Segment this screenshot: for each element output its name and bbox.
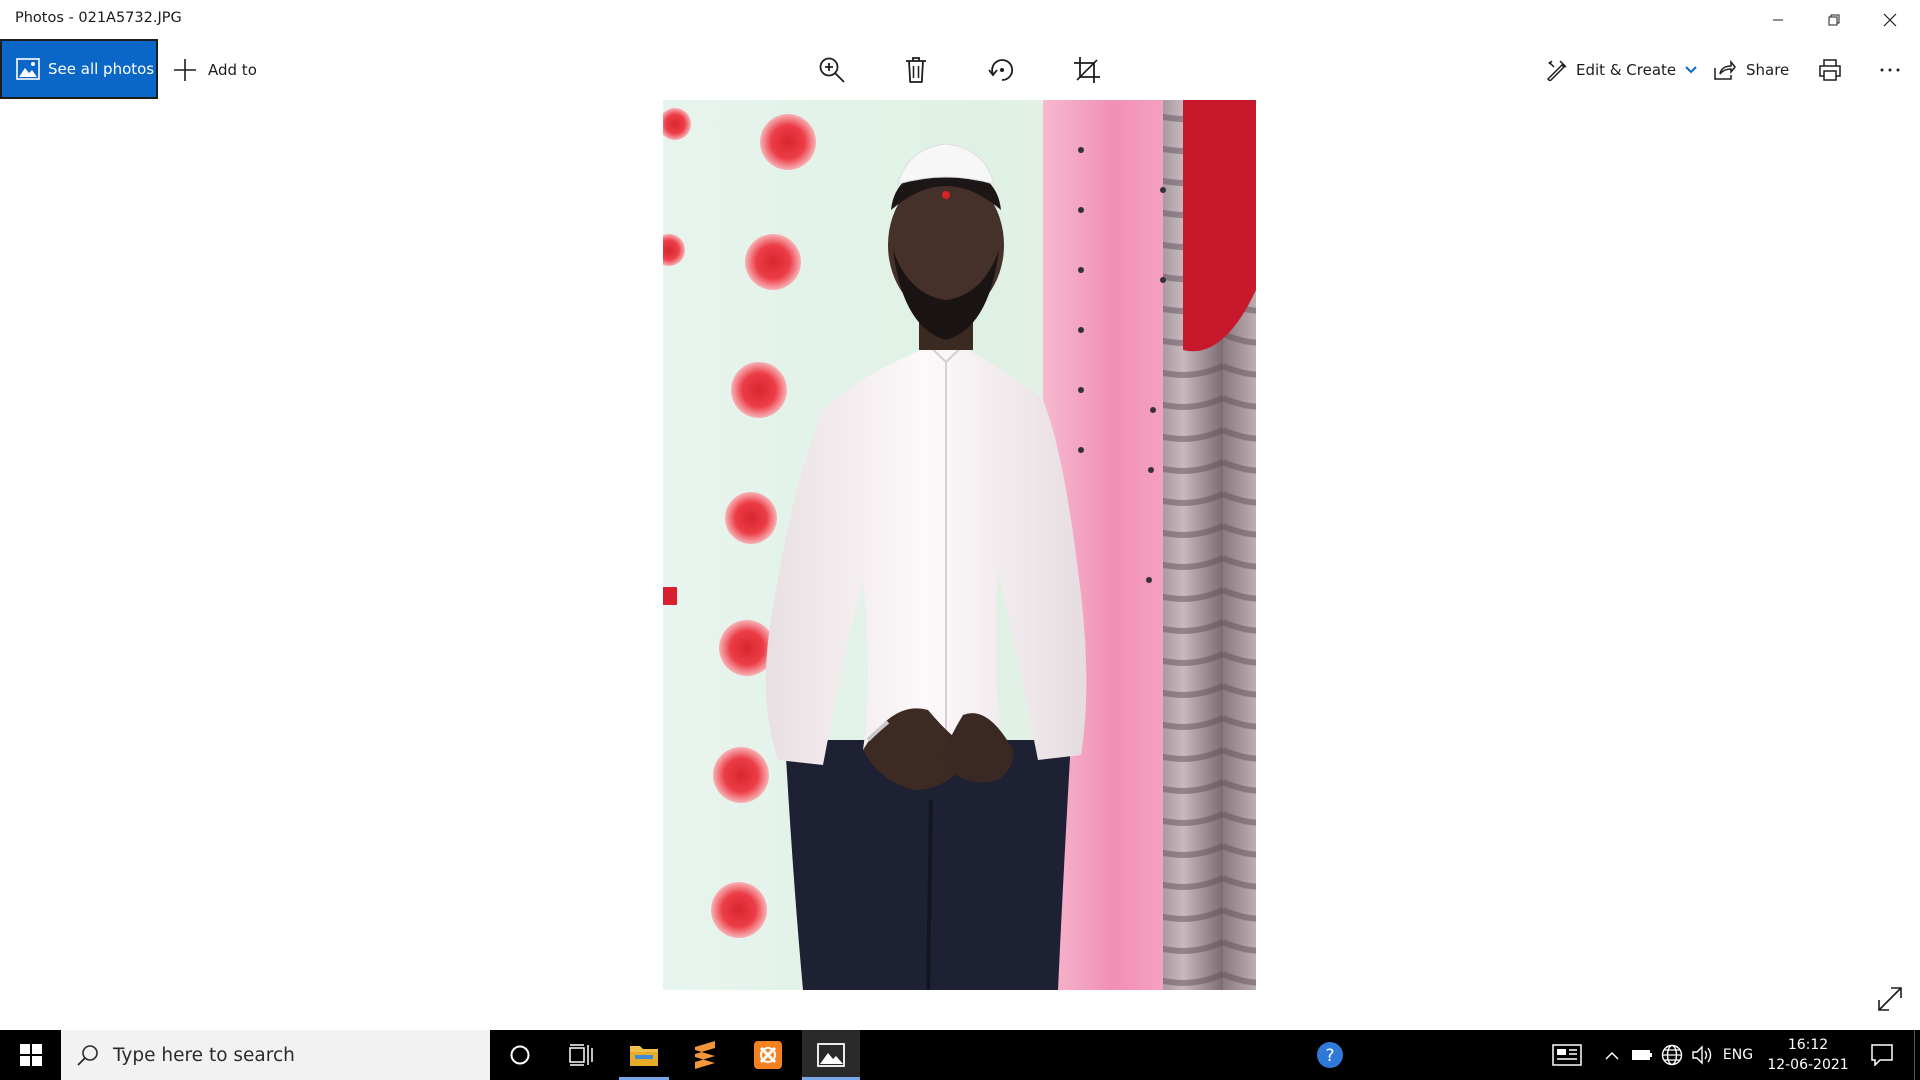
search-placeholder: Type here to search bbox=[113, 1044, 295, 1066]
chevron-up-icon bbox=[1605, 1051, 1619, 1060]
clock-time: 16:12 bbox=[1787, 1037, 1829, 1053]
zoom-button[interactable] bbox=[816, 54, 848, 86]
clock[interactable]: 16:12 12-06-2021 bbox=[1764, 1030, 1852, 1080]
news-icon bbox=[1552, 1044, 1582, 1066]
crop-icon bbox=[1074, 57, 1100, 83]
crop-button[interactable] bbox=[1071, 54, 1103, 86]
photo-image bbox=[663, 100, 1256, 990]
rotate-icon bbox=[988, 59, 1014, 81]
share-icon bbox=[1714, 60, 1736, 80]
fullscreen-button[interactable] bbox=[1876, 985, 1904, 1013]
see-all-photos-button[interactable]: See all photos bbox=[0, 39, 158, 99]
taskbar-search-box[interactable]: Type here to search bbox=[61, 1030, 490, 1080]
expand-icon bbox=[1878, 987, 1902, 1011]
battery-tray-button[interactable] bbox=[1628, 1030, 1656, 1080]
task-view-icon bbox=[569, 1044, 593, 1066]
print-icon bbox=[1819, 59, 1841, 81]
rotate-button[interactable] bbox=[986, 54, 1018, 86]
action-center-button[interactable] bbox=[1862, 1030, 1902, 1080]
photos-icon bbox=[16, 58, 40, 80]
chevron-down-icon bbox=[1685, 66, 1697, 74]
minimize-button[interactable] bbox=[1750, 0, 1806, 39]
close-button[interactable] bbox=[1862, 0, 1918, 39]
taskbar-app-xampp[interactable] bbox=[743, 1030, 793, 1080]
edit-create-label: Edit & Create bbox=[1576, 61, 1677, 79]
share-button[interactable]: Share bbox=[1714, 39, 1789, 101]
search-icon bbox=[77, 1045, 98, 1066]
plus-icon bbox=[174, 59, 196, 81]
add-to-label: Add to bbox=[208, 61, 257, 79]
windows-logo-icon bbox=[19, 1044, 42, 1066]
photos-app-icon bbox=[817, 1043, 845, 1067]
delete-icon bbox=[906, 57, 926, 83]
globe-icon bbox=[1661, 1044, 1683, 1066]
language-label: ENG bbox=[1722, 1047, 1754, 1063]
add-to-button[interactable]: Add to bbox=[172, 39, 257, 101]
show-hidden-icons-button[interactable] bbox=[1600, 1030, 1624, 1080]
see-all-photos-label: See all photos bbox=[48, 60, 155, 78]
network-tray-button[interactable] bbox=[1658, 1030, 1686, 1080]
start-button[interactable] bbox=[0, 1030, 61, 1080]
file-explorer-icon bbox=[630, 1046, 658, 1066]
more-icon bbox=[1880, 68, 1900, 72]
close-icon bbox=[1883, 13, 1897, 26]
minimize-icon bbox=[1773, 19, 1783, 20]
restore-button[interactable] bbox=[1806, 0, 1862, 39]
notification-icon bbox=[1871, 1044, 1893, 1066]
taskbar-app-photos[interactable] bbox=[802, 1030, 860, 1080]
volume-tray-button[interactable] bbox=[1688, 1030, 1716, 1080]
displayed-photo[interactable] bbox=[663, 100, 1256, 990]
print-button[interactable] bbox=[1814, 54, 1846, 86]
taskbar-app-file-explorer[interactable] bbox=[619, 1030, 669, 1080]
show-desktop-button[interactable] bbox=[1914, 1030, 1920, 1080]
delete-button[interactable] bbox=[900, 54, 932, 86]
svg-text:?: ? bbox=[1325, 1046, 1334, 1066]
title-bar: Photos - 021A5732.JPG bbox=[0, 0, 1920, 39]
clock-date: 12-06-2021 bbox=[1767, 1057, 1849, 1073]
battery-icon bbox=[1632, 1050, 1652, 1060]
photo-toolbar: See all photos Add to Edit & Create Shar… bbox=[0, 39, 1920, 101]
taskbar-app-sublime-text[interactable] bbox=[680, 1030, 730, 1080]
share-label: Share bbox=[1746, 61, 1790, 79]
language-indicator[interactable]: ENG bbox=[1720, 1030, 1756, 1080]
xampp-icon bbox=[754, 1041, 782, 1069]
sublime-text-icon bbox=[695, 1041, 715, 1069]
zoom-icon bbox=[819, 57, 845, 83]
more-button[interactable] bbox=[1874, 54, 1906, 86]
volume-icon bbox=[1692, 1045, 1712, 1065]
window-title: Photos - 021A5732.JPG bbox=[15, 10, 182, 26]
restore-icon bbox=[1828, 14, 1840, 25]
cortana-button[interactable] bbox=[495, 1030, 545, 1080]
help-tray-button[interactable]: ? bbox=[1310, 1030, 1350, 1080]
task-view-button[interactable] bbox=[556, 1030, 606, 1080]
taskbar: Type here to search ? ENG 16:12 12-06-20… bbox=[0, 1030, 1920, 1080]
edit-create-button[interactable]: Edit & Create bbox=[1546, 39, 1697, 101]
edit-create-icon bbox=[1546, 60, 1567, 81]
news-tray-button[interactable] bbox=[1547, 1030, 1587, 1080]
cortana-icon bbox=[510, 1045, 530, 1065]
help-icon: ? bbox=[1317, 1042, 1343, 1068]
